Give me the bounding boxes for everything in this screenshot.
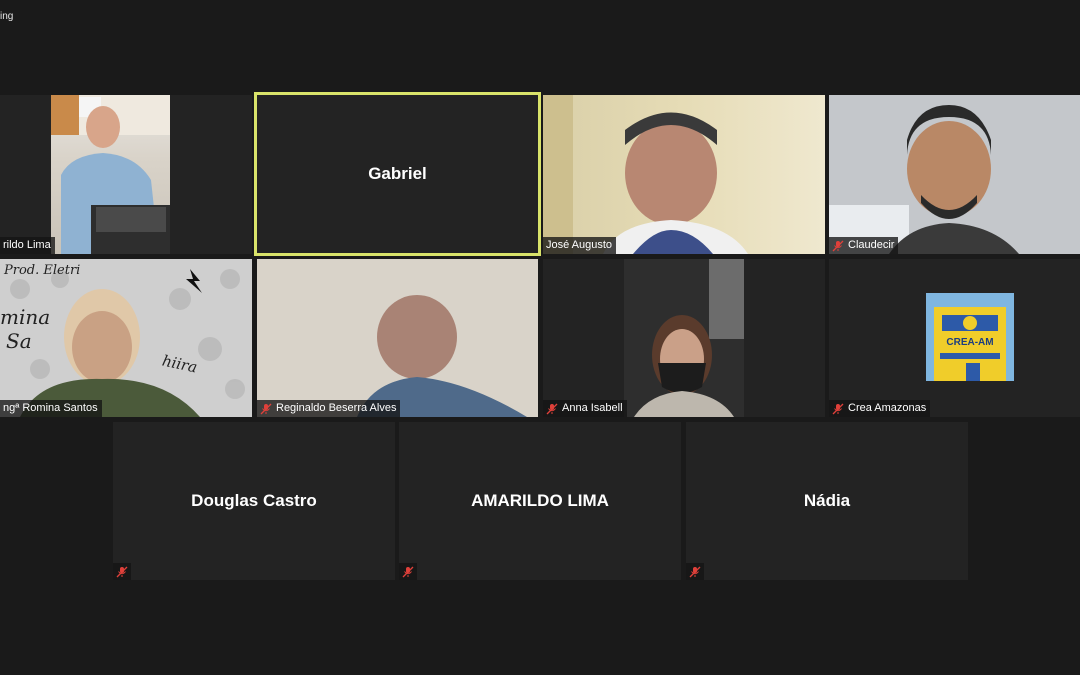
participant-video (257, 259, 538, 417)
microphone-muted-icon (260, 403, 272, 415)
participant-name: AMARILDO LIMA (471, 491, 609, 510)
participant-tile-nadia[interactable]: Nádia (686, 422, 968, 580)
participant-video (624, 259, 744, 417)
participant-name-label: Claudecir (829, 237, 899, 254)
microphone-muted-icon (832, 403, 844, 415)
microphone-muted-icon (546, 403, 558, 415)
background-text: Sa (6, 329, 32, 353)
participant-tile-amarildo-video[interactable]: rildo Lima (0, 95, 252, 254)
participant-tile-douglas-castro[interactable]: Douglas Castro (113, 422, 395, 580)
participant-name: Gabriel (368, 164, 427, 183)
participant-name-label: rildo Lima (0, 237, 55, 254)
participant-tile-claudecir[interactable]: Claudecir (829, 95, 1080, 254)
participant-video: Prod. Eletri mina Sa hiira (0, 259, 252, 417)
microphone-muted-icon (686, 563, 704, 580)
participant-name-label: Reginaldo Beserra Alves (257, 400, 401, 417)
microphone-muted-icon (399, 563, 417, 580)
background-text: mina (0, 305, 51, 329)
crea-logo-text: CREA-AM (946, 337, 994, 348)
participant-name-label: Anna Isabell (543, 400, 627, 417)
participant-tile-romina-santos[interactable]: Prod. Eletri mina Sa hiira ngª Romina Sa… (0, 259, 252, 417)
meeting-status: ing (0, 11, 14, 22)
microphone-muted-icon (832, 240, 844, 252)
participant-avatar-image: CREA-AM (926, 293, 1014, 381)
participant-video (829, 95, 1080, 254)
participant-video (543, 95, 825, 254)
participant-video (51, 95, 170, 254)
microphone-muted-icon (113, 563, 131, 580)
participant-name-label: Crea Amazonas (829, 400, 931, 417)
participant-name: Douglas Castro (191, 491, 317, 510)
participant-tile-gabriel[interactable]: Gabriel (254, 92, 541, 256)
participant-tile-anna-isabell[interactable]: Anna Isabell (543, 259, 825, 417)
participant-name-label: José Augusto (543, 237, 617, 254)
participant-name: Nádia (803, 491, 851, 510)
participant-tile-crea-amazonas[interactable]: CREA-AM Crea Amazonas (829, 259, 1080, 417)
participant-tile-jose-augusto[interactable]: José Augusto (543, 95, 825, 254)
background-text: Prod. Eletri (4, 263, 81, 278)
participant-tile-amarildo-lima[interactable]: AMARILDO LIMA (399, 422, 681, 580)
participant-tile-reginaldo-beserra-alves[interactable]: Reginaldo Beserra Alves (257, 259, 538, 417)
participant-name-label: ngª Romina Santos (0, 400, 102, 417)
